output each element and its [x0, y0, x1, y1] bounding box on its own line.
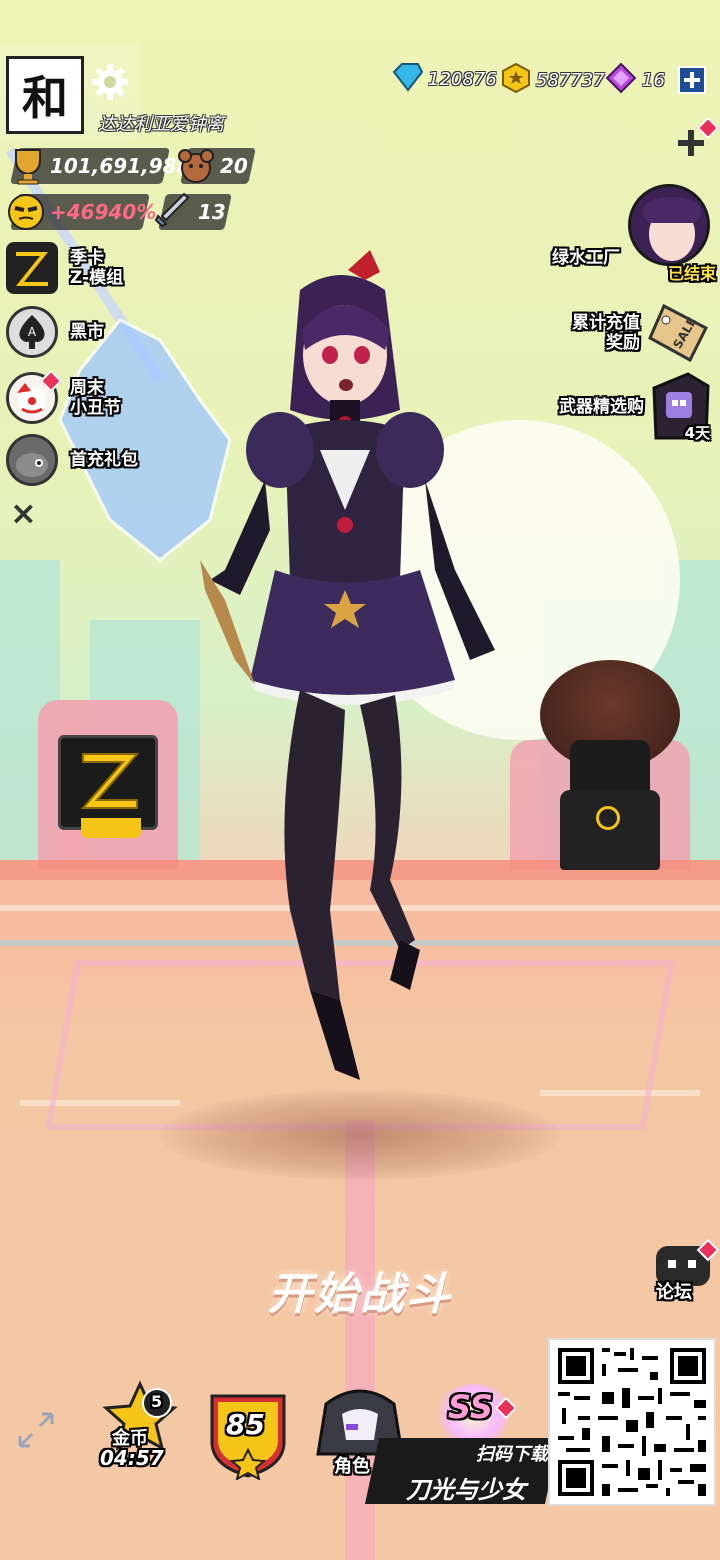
settings-gear-icon[interactable] — [90, 62, 130, 102]
player-name: 达达利亚爱钟离 — [98, 114, 224, 135]
add-currency-button[interactable] — [678, 66, 706, 94]
boost-face-icon — [6, 192, 46, 232]
svg-text:A: A — [28, 325, 37, 339]
ss-label: SS — [448, 1388, 493, 1426]
ended-badge: 已结束 — [667, 264, 716, 283]
menu-clown-festival[interactable]: 周末 小丑节 — [6, 369, 121, 424]
expand-plus-button[interactable] — [676, 116, 720, 158]
menu-season-card[interactable]: 季卡 Z-模组 — [6, 242, 123, 294]
gem-icon — [390, 62, 424, 96]
coin-value: 587737 — [536, 69, 605, 91]
menu-weapon-select[interactable]: 武器精选购 4天 — [559, 372, 714, 442]
collapse-menu-close-icon[interactable]: × — [10, 494, 37, 532]
coin-currency[interactable]: 587737 — [500, 62, 605, 98]
forum-button[interactable]: 论坛 — [652, 1238, 720, 1304]
level-badge-button[interactable]: 85 — [208, 1390, 288, 1482]
z-module-cube[interactable] — [58, 735, 158, 838]
crystal-currency[interactable]: 16 — [604, 62, 665, 98]
weapon-value: 13 — [198, 200, 226, 224]
trophy-icon — [8, 146, 48, 186]
player-avatar[interactable]: 和 — [6, 56, 84, 134]
menu-first-recharge[interactable]: 首充礼包 — [6, 434, 138, 486]
start-battle-button[interactable]: 开始战斗 — [240, 1258, 480, 1320]
coin-icon — [500, 62, 532, 98]
crystal-icon — [604, 62, 638, 98]
character-shadow — [160, 1090, 560, 1180]
qr-code — [548, 1338, 716, 1506]
character-portrait-icon: 已结束 — [624, 180, 716, 283]
gift-pot-icon — [6, 434, 58, 486]
green-water-factory-label: 绿水工厂 — [552, 248, 620, 268]
bear-icon — [176, 146, 216, 186]
role-label: 角色 — [334, 1456, 370, 1477]
npc-body — [560, 790, 660, 870]
spade-icon: A — [6, 306, 58, 358]
sale-tag-icon: SALE — [644, 298, 714, 368]
clown-icon — [6, 369, 63, 424]
menu-first-recharge-label: 首充礼包 — [70, 450, 138, 470]
game-title-text: 刀光与少女 — [406, 1476, 526, 1504]
gold-count: 5 — [151, 1392, 163, 1411]
weapon-select-card-icon: 4天 — [648, 372, 714, 442]
recharge-reward-label: 累计充值 奖励 — [572, 313, 640, 353]
gem-value: 120876 — [428, 68, 497, 90]
z-letter-icon — [75, 748, 145, 812]
menu-recharge-reward[interactable]: 累计充值 奖励 SALE — [572, 298, 714, 368]
menu-black-market[interactable]: A 黑市 — [6, 306, 104, 358]
z-card-icon — [6, 242, 58, 294]
menu-green-water-factory[interactable]: 绿水工厂 已结束 — [552, 180, 716, 283]
menu-black-market-label: 黑市 — [70, 322, 104, 342]
crystal-value: 16 — [642, 69, 665, 91]
forum-label: 论坛 — [656, 1282, 692, 1303]
level-value: 85 — [226, 1408, 265, 1441]
sword-icon — [152, 190, 192, 230]
side-npc-character — [540, 660, 700, 880]
menu-clown-festival-label: 周末 小丑节 — [70, 378, 121, 418]
boost-value: +46940% — [50, 200, 157, 224]
fullscreen-expand-icon[interactable] — [16, 1410, 56, 1450]
npc-chain-icon — [596, 806, 620, 830]
days-left-badge: 4天 — [684, 424, 710, 442]
z-cube-base — [81, 818, 141, 838]
plus-icon — [684, 72, 700, 88]
scan-download-text: 扫码下载 — [476, 1444, 548, 1465]
weapon-select-label: 武器精选购 — [559, 397, 644, 417]
gem-currency[interactable]: 120876 — [390, 62, 497, 96]
menu-season-card-label: 季卡 Z-模组 — [70, 248, 124, 288]
bear-value: 20 — [220, 154, 248, 178]
gold-coin-button[interactable]: 5 金币 04:57 — [100, 1380, 186, 1480]
avatar-char: 和 — [22, 71, 68, 125]
ss-gacha-button[interactable]: SS — [430, 1376, 520, 1446]
trophy-value: 101,691,988 — [50, 154, 191, 178]
gold-timer: 04:57 — [100, 1446, 164, 1470]
